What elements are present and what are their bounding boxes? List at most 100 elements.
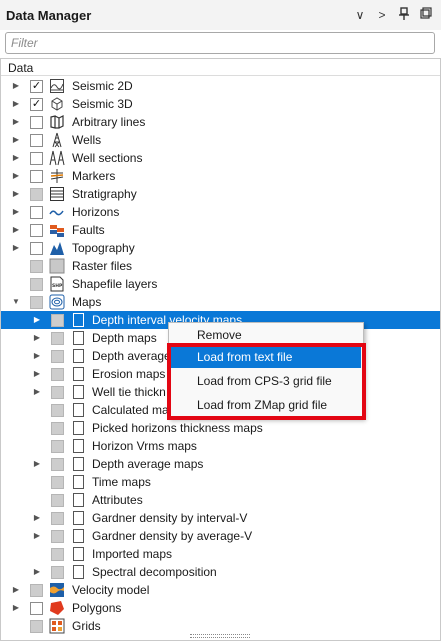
checkbox[interactable]	[51, 350, 64, 363]
tree-item-seismic-3d[interactable]: ▶ ✓ Seismic 3D	[1, 95, 440, 113]
tree-item-velocity-model[interactable]: ▶ Velocity model	[1, 581, 440, 599]
checkbox[interactable]	[51, 530, 64, 543]
map-folder-icon	[73, 331, 84, 345]
seismic-2d-icon	[49, 78, 65, 94]
expand-arrow-icon[interactable]: ▶	[32, 332, 42, 344]
float-icon[interactable]	[418, 7, 434, 23]
checkbox[interactable]	[30, 296, 43, 309]
expand-arrow-icon[interactable]: ▶	[32, 530, 42, 542]
expand-arrow-icon[interactable]: ▶	[11, 242, 21, 254]
chevron-right-icon[interactable]: >	[374, 7, 390, 23]
tree-item-raster-files[interactable]: Raster files	[1, 257, 440, 275]
tree-item-polygons[interactable]: ▶ Polygons	[1, 599, 440, 617]
checkbox[interactable]	[51, 566, 64, 579]
seismic-3d-icon	[49, 96, 65, 112]
checkbox[interactable]	[30, 602, 43, 615]
tree-item-seismic-2d[interactable]: ▶ ✓ Seismic 2D	[1, 77, 440, 95]
expand-arrow-icon[interactable]: ▶	[11, 98, 21, 110]
tree-item-markers[interactable]: ▶ Markers	[1, 167, 440, 185]
checkbox[interactable]	[30, 278, 43, 291]
checkbox[interactable]	[30, 116, 43, 129]
tree-item-grids[interactable]: Grids	[1, 617, 440, 635]
checkbox[interactable]	[30, 188, 43, 201]
checkbox[interactable]	[51, 512, 64, 525]
checkbox[interactable]	[51, 548, 64, 561]
expand-arrow-icon[interactable]: ▶	[32, 368, 42, 380]
checkbox[interactable]	[30, 134, 43, 147]
checkbox[interactable]	[51, 332, 64, 345]
tree-item-spectral-decomposition[interactable]: ▶ Spectral decomposition	[1, 563, 440, 581]
map-folder-icon	[73, 529, 84, 543]
expand-arrow-icon[interactable]: ▶	[11, 224, 21, 236]
checkbox[interactable]	[30, 206, 43, 219]
checkbox[interactable]	[30, 260, 43, 273]
tree-item-label: Well tie thickn	[92, 385, 166, 399]
expand-arrow-icon[interactable]: ▶	[11, 584, 21, 596]
tree-item-shapefile-layers[interactable]: SHP Shapefile layers	[1, 275, 440, 293]
tree-item-wells[interactable]: ▶ Wells	[1, 131, 440, 149]
tree-item-horizon-vrms-maps[interactable]: Horizon Vrms maps	[1, 437, 440, 455]
map-folder-icon	[73, 313, 84, 327]
tree-item-stratigraphy[interactable]: ▶ Stratigraphy	[1, 185, 440, 203]
expand-arrow-icon[interactable]: ▶	[32, 350, 42, 362]
tree-item-label: Stratigraphy	[72, 187, 137, 201]
tree-item-maps[interactable]: ▼ Maps	[1, 293, 440, 311]
expand-arrow-icon[interactable]: ▶	[11, 80, 21, 92]
checkbox[interactable]	[30, 584, 43, 597]
tree-item-label: Arbitrary lines	[72, 115, 146, 129]
checkbox[interactable]	[51, 440, 64, 453]
checkbox[interactable]	[51, 422, 64, 435]
expand-arrow-icon[interactable]: ▶	[32, 386, 42, 398]
checkbox[interactable]	[30, 170, 43, 183]
expand-arrow-icon[interactable]: ▶	[11, 206, 21, 218]
column-header-data[interactable]: Data	[8, 61, 33, 75]
checkbox[interactable]	[30, 242, 43, 255]
tree-item-gardner-density-interval[interactable]: ▶ Gardner density by interval-V	[1, 509, 440, 527]
checkbox[interactable]	[51, 458, 64, 471]
expand-arrow-icon[interactable]: ▶	[11, 116, 21, 128]
tree-item-depth-average-maps[interactable]: ▶ Depth average maps	[1, 455, 440, 473]
checkbox[interactable]	[51, 494, 64, 507]
checkbox[interactable]: ✓	[30, 98, 43, 111]
filter-input[interactable]	[5, 32, 435, 54]
collapse-arrow-icon[interactable]: ▼	[11, 296, 21, 308]
resize-grip[interactable]	[190, 634, 250, 638]
tree-item-topography[interactable]: ▶ Topography	[1, 239, 440, 257]
tree-item-imported-maps[interactable]: Imported maps	[1, 545, 440, 563]
checkbox[interactable]	[51, 404, 64, 417]
checkbox[interactable]	[30, 224, 43, 237]
expand-arrow-icon[interactable]: ▶	[32, 458, 42, 470]
checkbox[interactable]	[51, 476, 64, 489]
tree-item-attributes[interactable]: Attributes	[1, 491, 440, 509]
checkbox[interactable]	[51, 368, 64, 381]
chevron-down-icon[interactable]: ∨	[352, 7, 368, 23]
expand-arrow-icon[interactable]: ▶	[11, 170, 21, 182]
tree-item-arbitrary-lines[interactable]: ▶ Arbitrary lines	[1, 113, 440, 131]
tree-item-label: Calculated ma	[92, 403, 169, 417]
tree-item-gardner-density-average[interactable]: ▶ Gardner density by average-V	[1, 527, 440, 545]
faults-icon	[49, 222, 65, 238]
expand-arrow-icon[interactable]: ▶	[32, 512, 42, 524]
expand-arrow-icon[interactable]: ▶	[32, 314, 42, 326]
pin-icon[interactable]	[396, 7, 412, 23]
map-folder-icon	[73, 349, 84, 363]
expand-arrow-icon[interactable]: ▶	[11, 602, 21, 614]
tree-item-picked-horizons-thickness-maps[interactable]: Picked horizons thickness maps	[1, 419, 440, 437]
map-folder-icon	[73, 493, 84, 507]
polygons-icon	[49, 600, 65, 616]
expand-arrow-icon[interactable]: ▶	[11, 134, 21, 146]
tree-item-faults[interactable]: ▶ Faults	[1, 221, 440, 239]
expand-arrow-icon[interactable]: ▶	[11, 152, 21, 164]
expand-arrow-icon[interactable]: ▶	[11, 188, 21, 200]
checkbox[interactable]: ✓	[30, 80, 43, 93]
tree-item-horizons[interactable]: ▶ Horizons	[1, 203, 440, 221]
checkbox[interactable]	[30, 620, 43, 633]
svg-text:SHP: SHP	[52, 283, 63, 289]
tree-item-label: Depth average maps	[92, 457, 204, 471]
tree-item-time-maps[interactable]: Time maps	[1, 473, 440, 491]
checkbox[interactable]	[30, 152, 43, 165]
expand-arrow-icon[interactable]: ▶	[32, 566, 42, 578]
checkbox[interactable]	[51, 386, 64, 399]
tree-item-well-sections[interactable]: ▶ Well sections	[1, 149, 440, 167]
checkbox[interactable]	[51, 314, 64, 327]
